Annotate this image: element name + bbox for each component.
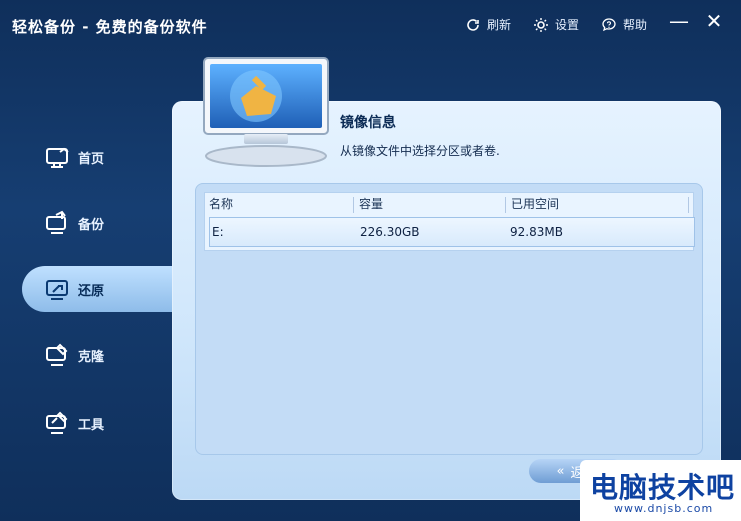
help-icon xyxy=(602,17,616,31)
close-button[interactable]: ✕ xyxy=(705,11,723,31)
minimize-button[interactable]: — xyxy=(669,11,689,31)
sidebar-item-restore[interactable]: 还原 xyxy=(22,266,182,312)
cell-name: E: xyxy=(212,225,224,239)
sidebar-item-backup[interactable]: 备份 xyxy=(44,204,184,242)
monitor-restore-icon xyxy=(203,57,329,167)
sidebar-item-clone[interactable]: 克隆 xyxy=(44,336,184,374)
watermark-main-text: 电脑技术吧 xyxy=(590,471,736,504)
column-separator xyxy=(353,197,354,213)
home-icon xyxy=(46,147,69,168)
clone-icon xyxy=(46,343,68,366)
partition-list-panel: 名称 容量 已用空间 E: 226.30GB 92.83MB xyxy=(195,183,703,455)
tools-icon xyxy=(46,411,68,434)
top-actions: 刷新 设置 帮助 xyxy=(465,16,647,33)
cell-capacity: 226.30GB xyxy=(360,225,420,239)
main-window: 轻松备份 - 免费的备份软件 刷新 设置 帮助 — ✕ 首页 备份 还原 克隆 … xyxy=(0,0,741,521)
partition-table: 名称 容量 已用空间 E: 226.30GB 92.83MB xyxy=(204,192,695,251)
settings-button[interactable]: 设置 xyxy=(533,16,579,33)
content-subtitle: 从镜像文件中选择分区或者卷. xyxy=(340,144,500,158)
backup-icon xyxy=(46,210,66,234)
sidebar-item-label: 备份 xyxy=(78,217,105,233)
window-title: 轻松备份 - 免费的备份软件 xyxy=(12,18,208,36)
column-separator xyxy=(688,197,689,213)
help-button[interactable]: 帮助 xyxy=(601,16,647,33)
sidebar-item-label: 首页 xyxy=(78,151,105,167)
watermark: 电脑技术吧 www.dnjsb.com xyxy=(580,460,741,521)
gear-icon xyxy=(533,17,548,32)
sidebar-item-label: 工具 xyxy=(78,417,105,433)
sidebar-item-tools[interactable]: 工具 xyxy=(44,404,184,442)
column-header-used-space: 已用空间 xyxy=(511,197,560,211)
sidebar-item-label: 还原 xyxy=(78,283,105,299)
content-title: 镜像信息 xyxy=(340,115,396,131)
column-header-capacity: 容量 xyxy=(359,197,384,211)
cell-used-space: 92.83MB xyxy=(510,225,563,239)
chevron-left-icon: « xyxy=(556,463,565,479)
refresh-icon xyxy=(467,18,479,31)
sidebar-item-home[interactable]: 首页 xyxy=(44,138,184,176)
column-separator xyxy=(505,197,506,213)
table-row[interactable]: E: 226.30GB 92.83MB xyxy=(209,217,695,247)
settings-label: 设置 xyxy=(554,18,579,32)
sidebar-item-label: 克隆 xyxy=(78,349,105,365)
sidebar: 首页 备份 还原 克隆 工具 xyxy=(0,120,190,450)
column-header-name: 名称 xyxy=(209,197,234,211)
help-label: 帮助 xyxy=(622,18,647,32)
window-controls: — ✕ xyxy=(669,11,723,31)
restore-icon xyxy=(46,280,68,300)
watermark-url: www.dnjsb.com xyxy=(614,502,714,515)
refresh-button[interactable]: 刷新 xyxy=(465,16,511,33)
refresh-label: 刷新 xyxy=(486,18,511,32)
